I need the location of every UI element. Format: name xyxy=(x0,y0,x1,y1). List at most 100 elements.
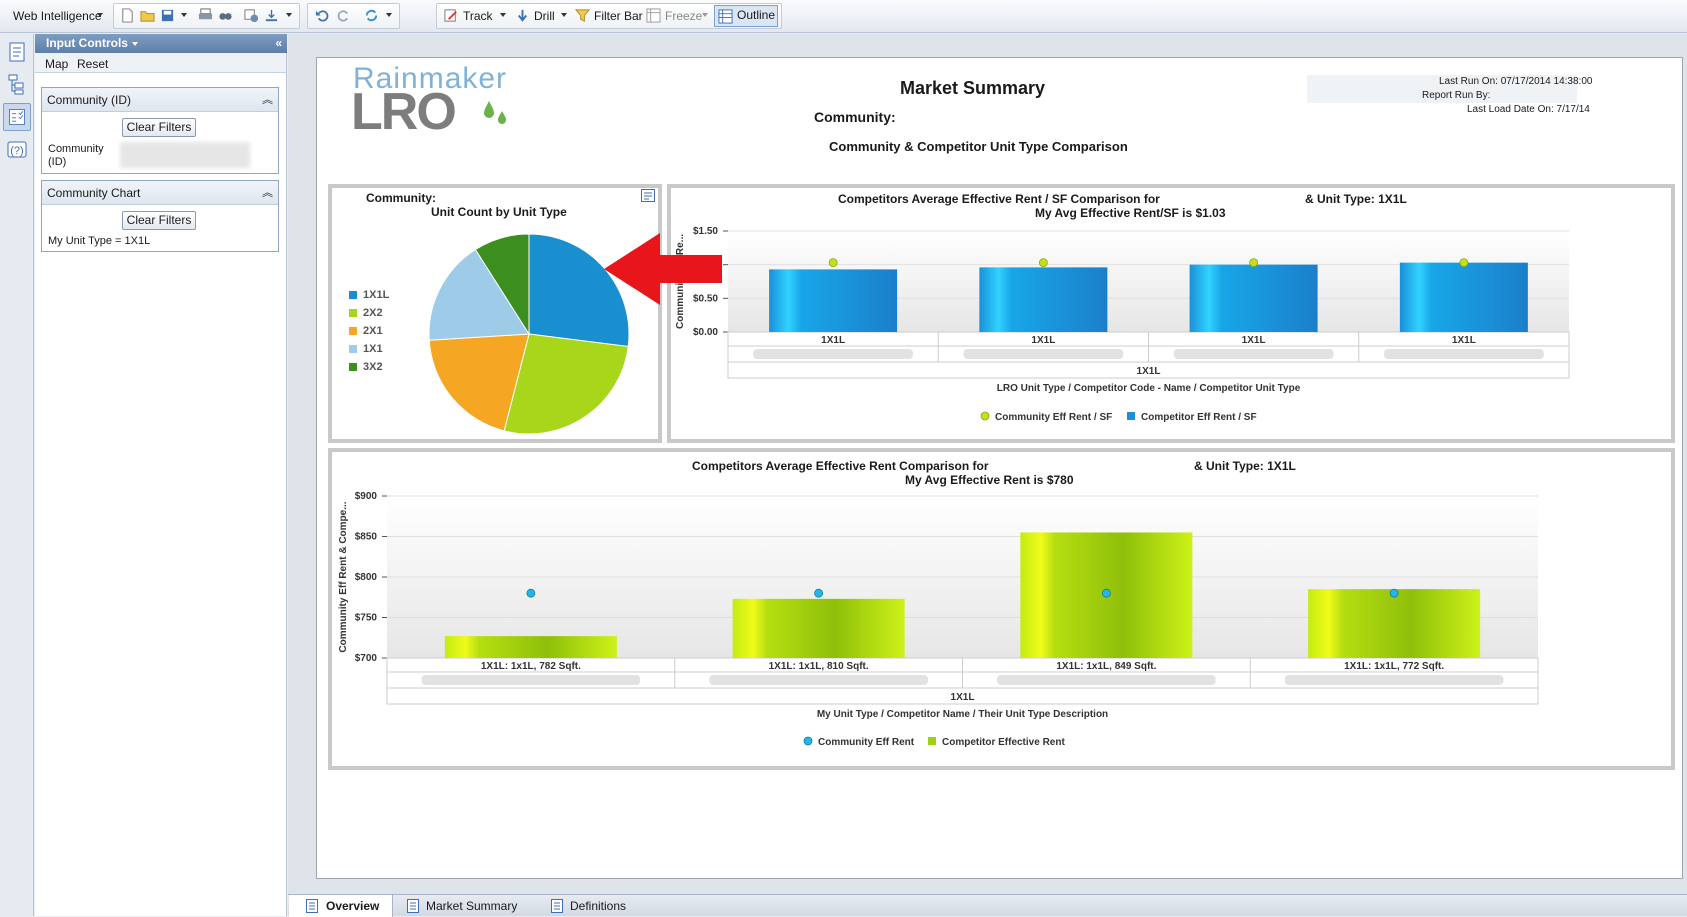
export-dropdown-icon[interactable] xyxy=(286,13,292,17)
data-point xyxy=(828,258,838,268)
tab-definitions[interactable]: Definitions xyxy=(551,895,641,917)
blurred-competitor-name xyxy=(1383,349,1544,359)
collapse-up-icon[interactable]: ︽ xyxy=(262,88,273,112)
report-tab-icon xyxy=(407,899,419,913)
main-toolbar: Web Intelligence Track Drill Filter Bar … xyxy=(0,0,1687,33)
x-category-label: 1X1L xyxy=(1031,335,1055,346)
drill-dropdown-icon[interactable] xyxy=(561,13,567,17)
chart-selection-text: My Unit Type = 1X1L xyxy=(48,235,151,247)
panel-menu-icon[interactable] xyxy=(132,42,138,46)
open-folder-icon[interactable] xyxy=(140,8,155,23)
legend-label: 3X2 xyxy=(363,361,383,373)
y-tick-label: $700 xyxy=(355,653,378,664)
legend-swatch xyxy=(349,309,357,317)
data-point xyxy=(1249,258,1259,268)
svg-text:(?): (?) xyxy=(10,145,23,157)
clear-filters-button[interactable]: Clear Filters xyxy=(122,211,196,230)
data-point xyxy=(814,588,824,598)
export-icon[interactable] xyxy=(264,8,279,23)
x-axis-title: LRO Unit Type / Competitor Code - Name /… xyxy=(997,383,1301,394)
legend-marker-dot xyxy=(980,411,990,421)
save-icon[interactable] xyxy=(160,8,175,23)
undo-icon[interactable] xyxy=(315,8,330,23)
y-tick-label: $800 xyxy=(355,572,378,583)
track-button[interactable]: Track xyxy=(463,7,493,25)
rent-sf-chart-section: Competitors Average Effective Rent / SF … xyxy=(667,184,1675,443)
community-id-header: Community (ID) ︽ xyxy=(42,88,278,112)
panel-header: Input Controls « xyxy=(35,34,287,53)
chevron-down-icon[interactable] xyxy=(97,13,103,17)
x-category-label: 1X1L: 1x1L, 810 Sqft. xyxy=(769,661,869,672)
track-dropdown-icon[interactable] xyxy=(500,13,506,17)
blurred-competitor-name xyxy=(709,675,928,685)
collapse-panel-icon[interactable]: « xyxy=(275,34,282,53)
navigation-map-icon[interactable] xyxy=(5,72,29,96)
new-document-icon[interactable] xyxy=(120,8,135,23)
rent-subtitle: My Avg Effective Rent is $780 xyxy=(905,473,1074,487)
report-tabs: Overview Market Summary Definitions xyxy=(288,894,1687,917)
save-dropdown-icon[interactable] xyxy=(181,13,187,17)
bar xyxy=(444,636,617,658)
print-icon[interactable] xyxy=(198,8,213,23)
reset-link[interactable]: Reset xyxy=(77,57,108,71)
tab-overview[interactable]: Overview xyxy=(289,895,393,917)
filter-bar-button[interactable]: Filter Bar xyxy=(594,7,643,25)
rent-unit-type: & Unit Type: 1X1L xyxy=(1194,459,1296,473)
rainmaker-lro-logo: Rainmaker LRO xyxy=(351,62,513,142)
bar xyxy=(732,598,905,658)
group-label: 1X1L xyxy=(951,692,975,703)
left-navigation-strip: (?) xyxy=(0,34,34,916)
collapse-up-icon[interactable]: ︽ xyxy=(262,181,273,205)
chart-options-icon[interactable] xyxy=(641,189,655,202)
report-tab-icon xyxy=(551,899,563,913)
x-category-label: 1X1L: 1x1L, 772 Sqft. xyxy=(1344,661,1444,672)
tab-overview-label: Overview xyxy=(326,899,380,913)
blurred-competitor-name xyxy=(963,349,1124,359)
drill-icon xyxy=(518,9,527,22)
filter-icon xyxy=(575,9,590,22)
rent-chart[interactable]: $700 $750 $800 $850 $900 1X1L: 1x1L, 782 Sqft… xyxy=(332,487,1671,767)
pie-chart-title: Unit Count by Unit Type xyxy=(431,205,567,219)
clear-filters-button[interactable]: Clear Filters xyxy=(122,118,196,137)
document-summary-icon[interactable] xyxy=(5,40,29,64)
help-icon[interactable]: (?) xyxy=(5,138,29,162)
web-intelligence-menu[interactable]: Web Intelligence xyxy=(13,7,102,25)
y-tick-label: $850 xyxy=(355,532,378,543)
track-changes-icon[interactable] xyxy=(244,8,259,23)
report-run-by-text: Report Run By: xyxy=(1422,90,1491,101)
rent-sf-chart[interactable]: $0.00$0.50$1.00$1.501X1L1X1L1X1L1X1L1X1L… xyxy=(671,220,1671,442)
drill-button[interactable]: Drill xyxy=(534,7,555,25)
legend-marker-bar xyxy=(928,737,936,745)
find-icon[interactable] xyxy=(218,8,233,23)
blurred-competitor-name xyxy=(421,675,641,685)
map-link[interactable]: Map xyxy=(45,57,68,71)
input-controls-icon xyxy=(9,109,25,125)
redo-icon[interactable] xyxy=(336,8,351,23)
tab-market-summary-label: Market Summary xyxy=(426,899,518,913)
legend-swatch xyxy=(349,363,357,371)
y-tick-label: $750 xyxy=(355,613,378,624)
input-controls-panel: Input Controls « Map Reset Community (ID… xyxy=(35,34,287,916)
tab-market-summary[interactable]: Market Summary xyxy=(407,895,537,917)
refresh-icon[interactable] xyxy=(364,8,379,23)
blurred-competitor-name xyxy=(753,349,914,359)
community-id-control: Community (ID) ︽ Clear Filters Community… xyxy=(41,87,279,174)
x-category-label: 1X1L xyxy=(1452,335,1476,346)
x-category-label: 1X1L: 1x1L, 849 Sqft. xyxy=(1056,661,1156,672)
rent-sf-subtitle: My Avg Effective Rent/SF is $1.03 xyxy=(1035,206,1226,220)
input-controls-tab[interactable] xyxy=(3,103,31,131)
community-id-select[interactable] xyxy=(120,142,250,168)
outline-button[interactable]: Outline xyxy=(714,5,778,27)
legend-swatch xyxy=(349,327,357,335)
freeze-button[interactable]: Freeze xyxy=(665,7,702,25)
bar xyxy=(1399,262,1528,332)
legend-label: 2X2 xyxy=(363,307,383,319)
last-load-text: Last Load Date On: 7/17/14 xyxy=(1467,104,1590,115)
blurred-competitor-name xyxy=(1173,349,1334,359)
bar xyxy=(1189,264,1318,332)
refresh-dropdown-icon[interactable] xyxy=(386,13,392,17)
legend-label: 1X1 xyxy=(363,343,383,355)
freeze-icon xyxy=(646,8,661,23)
pie-chart-section: Community: Unit Count by Unit Type 1X1L 2… xyxy=(328,184,662,443)
freeze-dropdown-icon[interactable] xyxy=(702,13,708,17)
